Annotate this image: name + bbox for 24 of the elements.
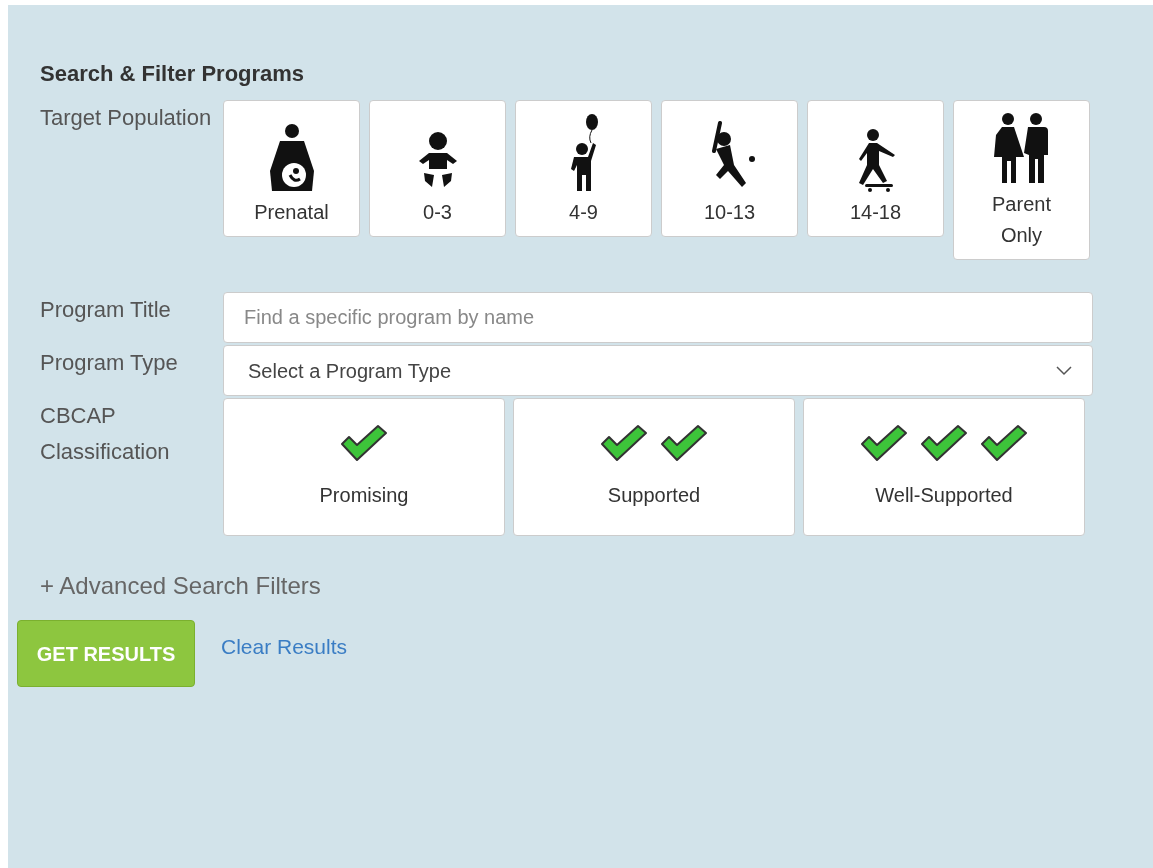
population-option[interactable]: 4-9 xyxy=(515,100,652,237)
chevron-down-icon xyxy=(1056,365,1072,376)
program-title-field[interactable]: Find a specific program by name xyxy=(223,292,1093,343)
population-option[interactable]: Parent Only xyxy=(953,100,1090,260)
checkmark-icon xyxy=(599,424,649,464)
field-label: Program Title xyxy=(40,296,172,324)
population-option[interactable]: Prenatal xyxy=(223,100,360,237)
classification-option[interactable]: Promising xyxy=(223,398,505,536)
field-label: Program Type xyxy=(40,349,179,377)
checkmark-icon xyxy=(659,424,709,464)
field-label: Target Population xyxy=(40,104,213,132)
checkmark-icon xyxy=(979,424,1029,464)
checkmark-icon xyxy=(859,424,909,464)
panel-heading: Search & Filter Programs xyxy=(40,60,306,88)
field-label: CBCAP Classification xyxy=(40,402,171,466)
checkmark-icon xyxy=(339,424,389,464)
population-option[interactable]: 0-3 xyxy=(369,100,506,237)
program-type-select[interactable]: Select a Program Type xyxy=(223,345,1093,396)
classification-option[interactable]: Well-Supported xyxy=(803,398,1085,536)
population-option[interactable]: 10-13 xyxy=(661,100,798,237)
population-option[interactable]: 14-18 xyxy=(807,100,944,237)
classification-option[interactable]: Supported xyxy=(513,398,795,536)
advanced-filters-toggle[interactable]: + Advanced Search Filters xyxy=(40,568,321,604)
checkmark-icon xyxy=(919,424,969,464)
